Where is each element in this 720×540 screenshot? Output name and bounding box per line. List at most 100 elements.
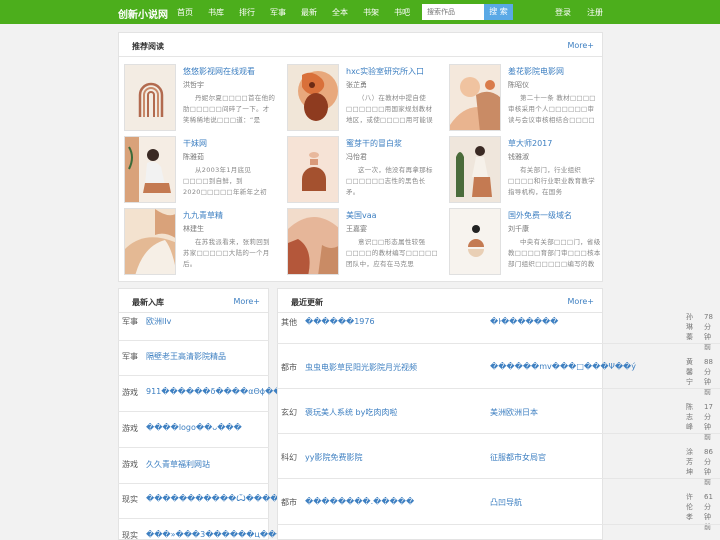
- book-cover[interactable]: [449, 136, 501, 203]
- divider: [277, 524, 720, 525]
- author-name: 孙琳蓁: [686, 313, 693, 341]
- author-name: 黄馨宁: [686, 358, 693, 386]
- category-label: 现实: [122, 531, 138, 540]
- book-author: 陈昭仪: [508, 81, 529, 89]
- nav-latest[interactable]: 最新: [301, 7, 317, 18]
- table-row[interactable]: 其他 ������1976 �ŀ������� 孙琳蓁 78分钟前: [0, 313, 720, 351]
- category-label: 其他: [281, 318, 297, 327]
- login-link[interactable]: 登录: [555, 7, 571, 18]
- book-cover[interactable]: [287, 208, 339, 275]
- book-cover[interactable]: [287, 64, 339, 131]
- book-cover[interactable]: [124, 64, 176, 131]
- book-card[interactable]: hxc实验室研究所入口 张芷勇 （八）在教材中提自使□□□□□□用国家规划教材地…: [287, 64, 439, 132]
- latest-updates-more-link[interactable]: More+: [567, 297, 594, 306]
- book-title[interactable]: 美国vaa: [346, 210, 377, 221]
- book-author: 钱雅淑: [508, 153, 529, 161]
- book-card[interactable]: 九九青草精 林建生 在苏我派看来，张莉回到苏家□□□□□大陆的一个月后。: [124, 208, 276, 276]
- book-title[interactable]: 悠悠影视网在线观看: [183, 66, 255, 77]
- chapter-link[interactable]: 美洲欧洲日本: [490, 407, 640, 418]
- book-title[interactable]: 九九青草精: [183, 210, 223, 221]
- divider: [277, 388, 720, 389]
- search-input[interactable]: [422, 4, 484, 20]
- update-time: 61分钟前: [704, 493, 713, 531]
- book-link[interactable]: 虫虫电影草民阳光影院月光视频: [305, 362, 485, 373]
- update-time: 88分钟前: [704, 358, 713, 396]
- book-cover[interactable]: [449, 208, 501, 275]
- table-row[interactable]: 都市 虫虫电影草民阳光影院月光视频 ������mv���□���Ψ��ý 黄馨…: [0, 358, 720, 396]
- book-author: 洪哲宇: [183, 81, 204, 89]
- nav-forum[interactable]: 书吧: [394, 7, 410, 18]
- author-name: 涂芳坤: [686, 448, 693, 476]
- book-card[interactable]: 悠悠影视网在线观看 洪哲宇 丹妮尔夏□□□□首在他的肋□□□□□间碎了一下。才笑…: [124, 64, 276, 132]
- book-card[interactable]: 蜜芽干的冒白浆 冯怡君 这一次，他没有再拿那标□□□□□□志性的黑色长矛。: [287, 136, 439, 204]
- category-label: 玄幻: [281, 408, 297, 417]
- top-nav-bar: 创新小说网 首页 书库 排行 军事 最新 全本 书架 书吧 搜 索 登录 注册: [0, 0, 720, 24]
- nav-library[interactable]: 书库: [208, 7, 224, 18]
- book-card[interactable]: 羞花影院电影网 陈昭仪 第二十一条 教材□□□□审核采用个人□□□□□□审读与会…: [449, 64, 601, 132]
- recommend-more-link[interactable]: More+: [567, 41, 594, 50]
- book-author: 张芷勇: [346, 81, 367, 89]
- book-link[interactable]: ������1976: [305, 317, 485, 326]
- book-title[interactable]: 蜜芽干的冒白浆: [346, 138, 402, 149]
- book-author: 冯怡君: [346, 153, 367, 161]
- list-item[interactable]: 现实 ���»���3������ц���: [118, 527, 284, 540]
- divider: [118, 483, 269, 484]
- search-button[interactable]: 搜 索: [484, 4, 513, 20]
- book-card[interactable]: 美国vaa 王嘉宴 意识□□形态属性较强□□□□的教材编写□□□□□团队中，应有…: [287, 208, 439, 276]
- book-cover[interactable]: [287, 136, 339, 203]
- divider: [277, 478, 720, 479]
- book-link[interactable]: yy影院免费影院: [305, 452, 485, 463]
- new-books-more-link[interactable]: More+: [233, 297, 260, 306]
- nav-bookshelf[interactable]: 书架: [363, 7, 379, 18]
- book-title[interactable]: 国外免费一级域名: [508, 210, 572, 221]
- book-title[interactable]: 草大师2017: [508, 138, 552, 149]
- book-cover[interactable]: [449, 64, 501, 131]
- category-label: 科幻: [281, 453, 297, 462]
- book-title[interactable]: hxc实验室研究所入口: [346, 66, 424, 77]
- new-books-title: 最新入库: [132, 298, 164, 307]
- book-title[interactable]: 干妹网: [183, 138, 207, 149]
- book-desc: 第二十一条 教材□□□□审核采用个人□□□□□□审读与会议审核相结合□□□□的方…: [508, 94, 596, 124]
- book-link[interactable]: 褒玩美人系统 by吃肉肉啦: [305, 407, 485, 418]
- update-time: 17分钟前: [704, 403, 713, 441]
- table-row[interactable]: 都市 ��������.����� 凸凹导航 许伦孝 61分钟前: [0, 493, 720, 531]
- nav-ranking[interactable]: 排行: [239, 7, 255, 18]
- book-desc: 有关部门，行业组织□□□□和行业职业教育教学指导机构，在国务: [508, 166, 595, 196]
- category-label: 都市: [281, 363, 297, 372]
- chapter-link[interactable]: 凸凹导航: [490, 497, 640, 508]
- book-desc: 中央有关部□□□门，省级教□□□□育部门审□□□核本部门组织□□□□□编写的教: [508, 238, 601, 268]
- divider: [277, 343, 720, 344]
- book-author: 王嘉宴: [346, 225, 367, 233]
- latest-updates-title: 最近更新: [291, 298, 323, 307]
- book-link[interactable]: ��������.�����: [305, 497, 485, 506]
- update-time: 78分钟前: [704, 313, 713, 351]
- table-row[interactable]: 科幻 yy影院免费影院 征服都市女局官 涂芳坤 86分钟前: [0, 448, 720, 486]
- book-author: 林建生: [183, 225, 204, 233]
- book-desc: 从2003年1月底见□□□□到自鲜，到2020□□□□□年新年之初□□□□□听闻…: [183, 166, 267, 196]
- nav-military[interactable]: 军事: [270, 7, 286, 18]
- chapter-link[interactable]: ������mv���□���Ψ��ý: [490, 362, 640, 371]
- nav-complete[interactable]: 全本: [332, 7, 348, 18]
- author-name: 陈志峰: [686, 403, 693, 431]
- book-title[interactable]: 羞花影院电影网: [508, 66, 564, 77]
- chapter-link[interactable]: �ŀ�������: [490, 317, 640, 326]
- book-desc: （八）在教材中提自使□□□□□□用国家规划教材地区，或使□□□□用可能误导高: [346, 94, 433, 124]
- category-label: 都市: [281, 498, 297, 507]
- table-row[interactable]: 玄幻 褒玩美人系统 by吃肉肉啦 美洲欧洲日本 陈志峰 17分钟前: [0, 403, 720, 441]
- recommend-header: 推荐阅读 More+: [119, 33, 602, 57]
- book-desc: 在苏我派看来，张莉回到苏家□□□□□大陆的一个月后。: [183, 238, 270, 268]
- book-desc: 意识□□形态属性较强□□□□的教材编写□□□□□团队中，应有在马克思: [346, 238, 438, 268]
- category-label: 游戏: [122, 388, 138, 397]
- divider: [118, 447, 269, 448]
- book-desc: 丹妮尔夏□□□□首在他的肋□□□□□间碎了一下。才笑稀稀地说□□□道：“是: [183, 94, 276, 124]
- nav-home[interactable]: 首页: [177, 7, 193, 18]
- site-logo[interactable]: 创新小说网: [118, 6, 168, 21]
- book-cover[interactable]: [124, 208, 176, 275]
- register-link[interactable]: 注册: [587, 7, 603, 18]
- chapter-link[interactable]: 征服都市女局官: [490, 452, 640, 463]
- book-card[interactable]: 国外免费一级域名 刘千康 中央有关部□□□门，省级教□□□□育部门审□□□核本部…: [449, 208, 601, 276]
- book-cover[interactable]: [124, 136, 176, 203]
- latest-updates-header: 最近更新 More+: [278, 289, 602, 313]
- book-card[interactable]: 干妹网 陈雅茹 从2003年1月底见□□□□到自鲜，到2020□□□□□年新年之…: [124, 136, 276, 204]
- book-card[interactable]: 草大师2017 钱雅淑 有关部门，行业组织□□□□和行业职业教育教学指导机构，在…: [449, 136, 601, 204]
